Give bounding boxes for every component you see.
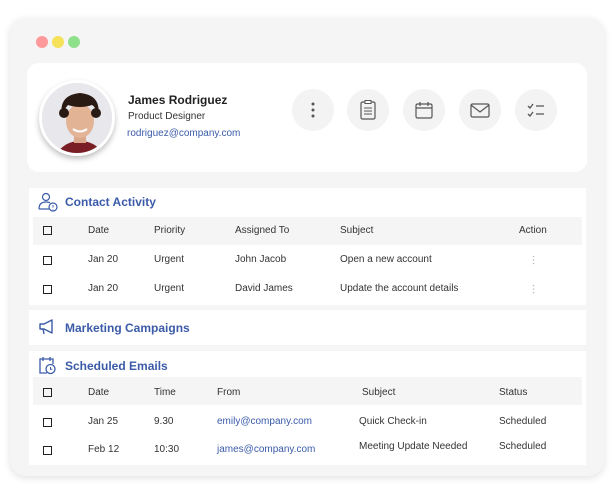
contact-alert-icon [38,192,58,212]
cell-status: Scheduled [499,441,547,452]
cell-subject: Meeting Update Needed [359,441,468,452]
calendar-button[interactable] [403,89,445,131]
column-header-subject[interactable]: Subject [362,387,395,399]
row-action-more-icon[interactable] [532,255,535,265]
cell-date: Feb 12 [88,444,120,455]
column-header-date[interactable]: Date [88,387,109,399]
more-options-button[interactable] [292,89,334,131]
mail-icon [470,102,490,118]
cell-priority: Urgent [154,254,185,265]
profile-name: James Rodriguez [128,93,228,107]
column-header-status[interactable]: Status [499,387,527,399]
row-checkbox[interactable] [43,446,52,455]
minimize-window-dot[interactable] [52,36,64,48]
column-header-assigned-to[interactable]: Assigned To [235,225,289,237]
cell-time: 9.30 [154,416,174,427]
cell-subject: Update the account details [340,283,459,294]
more-icon [311,102,315,118]
cell-date: Jan 25 [88,416,119,427]
calendar-icon [415,102,433,119]
table-header [33,217,582,245]
profile-role: Product Designer [128,111,206,122]
cell-from-email[interactable]: emily@company.com [217,416,312,428]
clipboard-icon [360,100,376,120]
checklist-icon [527,103,544,117]
row-checkbox[interactable] [43,285,52,294]
column-header-from[interactable]: From [217,387,240,399]
select-all-checkbox[interactable] [43,388,52,397]
profile-email[interactable]: rodriguez@company.com [127,128,240,140]
maximize-window-dot[interactable] [68,36,80,48]
notes-button[interactable] [347,89,389,131]
calendar-clock-icon [39,357,56,375]
cell-date: Jan 20 [88,283,119,294]
megaphone-icon [39,319,53,335]
cell-priority: Urgent [154,283,185,294]
scheduled-emails-title: Scheduled Emails [65,359,168,373]
cell-from-email[interactable]: james@company.com [217,444,315,456]
tasks-button[interactable] [515,89,557,131]
column-header-action: Action [519,225,547,236]
column-header-subject[interactable]: Subject [340,225,373,237]
cell-subject: Quick Check-in [359,416,427,427]
avatar [39,80,115,156]
cell-date: Jan 20 [88,254,119,265]
cell-time: 10:30 [154,444,180,455]
select-all-checkbox[interactable] [43,226,52,235]
email-button[interactable] [459,89,501,131]
close-window-dot[interactable] [36,36,48,48]
cell-assigned-to: David James [235,283,293,294]
row-checkbox[interactable] [43,418,52,427]
cell-status: Scheduled [499,416,547,427]
contact-activity-title: Contact Activity [65,195,156,209]
column-header-date[interactable]: Date [88,225,109,237]
cell-assigned-to: John Jacob [235,254,287,265]
row-checkbox[interactable] [43,256,52,265]
marketing-campaigns-title[interactable]: Marketing Campaigns [65,321,190,335]
cell-subject: Open a new account [340,254,432,265]
column-header-priority[interactable]: Priority [154,225,185,237]
row-action-more-icon[interactable] [532,284,535,294]
column-header-time[interactable]: Time [154,387,176,399]
